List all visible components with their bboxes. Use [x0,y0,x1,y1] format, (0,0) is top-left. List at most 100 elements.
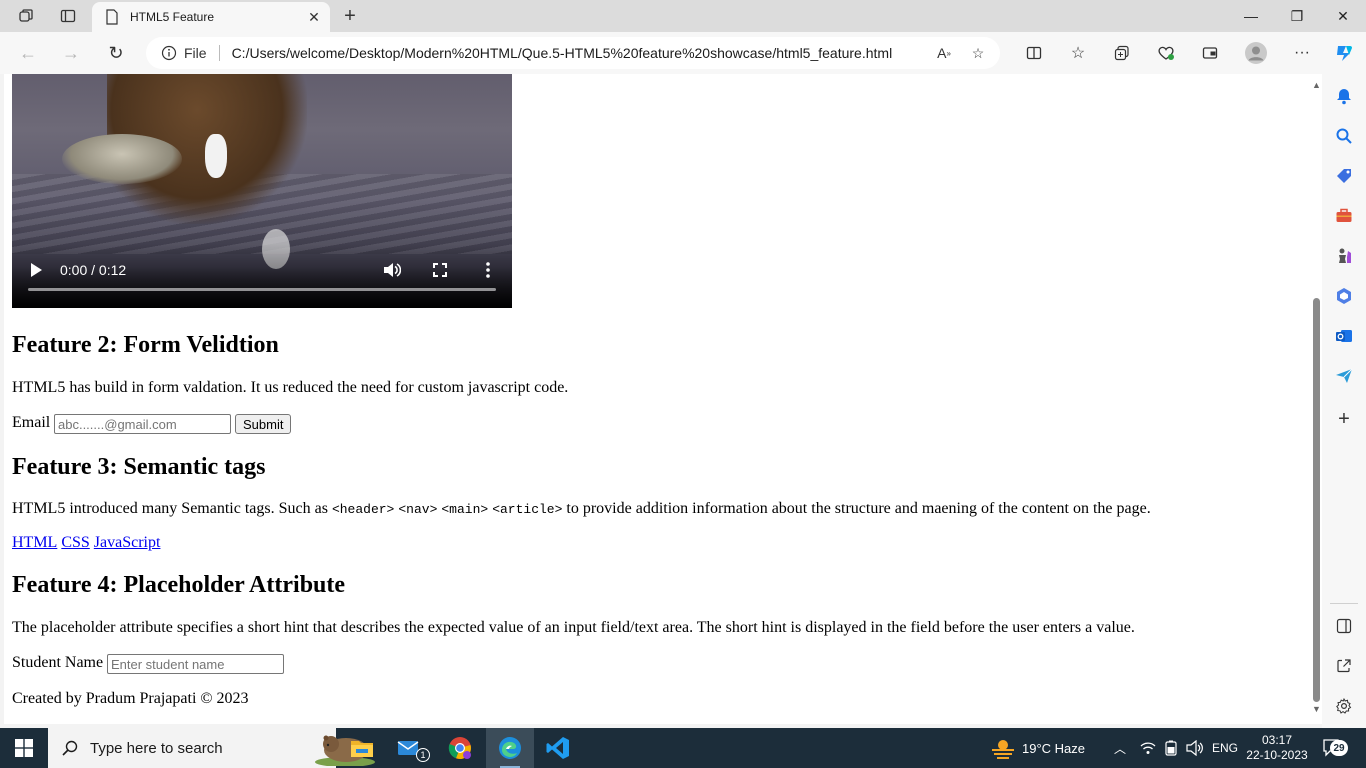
browser-essentials-icon[interactable] [1154,41,1178,65]
taskbar-search-icon [62,740,78,756]
tools-briefcase-icon[interactable] [1332,204,1356,228]
email-field[interactable]: abc.......@gmail.com [54,414,231,434]
tag-article: <article> [492,502,563,517]
workspaces-icon[interactable] [12,4,40,28]
page-viewport: 0:00 / 0:12 Feature 2: Form Velidtion HT… [4,74,1322,724]
address-scheme-label: File [184,45,207,61]
wallet-icon[interactable] [1198,41,1222,65]
scroll-up-arrow[interactable]: ▲ [1312,80,1321,90]
address-bar[interactable]: File C:/Users/welcome/Desktop/Modern%20H… [146,37,1000,69]
favorites-icon[interactable]: ☆ [1066,41,1090,65]
tab-title: HTML5 Feature [130,10,215,24]
weather-widget[interactable]: 19°C Haze [990,728,1085,768]
mail-badge: 1 [416,748,430,762]
windows-taskbar: Type here to search 1 19°C Haze ︿ ENG 03… [0,728,1366,768]
page-scrollbar[interactable]: ▲ ▼ [1310,74,1322,724]
tag-main: <main> [441,502,489,517]
feature3-text-after: to provide addition information about th… [566,500,1151,517]
windows-start-button[interactable] [0,728,48,768]
back-button[interactable]: ← [14,39,42,67]
vscode-icon[interactable] [534,728,582,768]
feature2-text: HTML5 has build in form valdation. It us… [12,379,569,396]
submit-button[interactable]: Submit [235,414,292,434]
network-icon[interactable] [1140,728,1156,768]
copilot-icon[interactable] [1332,41,1356,65]
feature3-text-before: HTML5 introduced many Semantic tags. Suc… [12,500,328,517]
tab-strip: HTML5 Feature ✕ + — ❐ ✕ [0,0,1366,32]
close-window-button[interactable]: ✕ [1320,0,1366,32]
battery-icon[interactable] [1164,728,1178,768]
clock[interactable]: 03:17 22-10-2023 [1246,728,1308,768]
notification-bell-icon[interactable] [1332,84,1356,108]
notification-center-icon[interactable]: 29 [1322,728,1348,768]
feature4-heading: Feature 4: Placeholder Attribute [12,572,346,598]
read-aloud-icon[interactable]: A» [932,41,956,65]
open-external-icon[interactable] [1332,654,1356,678]
show-hidden-icons-chevron-icon[interactable]: ︿ [1114,728,1126,768]
scrollbar-thumb[interactable] [1313,298,1320,702]
play-icon[interactable] [26,260,46,280]
chrome-icon[interactable] [436,728,484,768]
edge-icon[interactable] [486,728,534,768]
video-seagull [205,134,227,178]
taskbar-search-box[interactable]: Type here to search [48,728,375,768]
collections-icon[interactable] [1110,41,1134,65]
weather-text: 19°C Haze [1022,740,1086,756]
feature3-heading: Feature 3: Semantic tags [12,454,266,480]
vertical-tabs-icon[interactable] [54,4,82,28]
video-rock [62,134,182,184]
link-css[interactable]: CSS [61,534,89,551]
nav-links: HTML CSS JavaScript [12,534,164,552]
new-tab-button[interactable]: + [338,4,362,28]
favorite-star-icon[interactable]: ☆ [966,41,990,65]
forward-button[interactable]: → [57,39,85,67]
video-player[interactable]: 0:00 / 0:12 [12,74,512,308]
address-divider [218,45,220,61]
sidebar-divider [1330,603,1358,604]
split-screen-icon[interactable] [1022,41,1046,65]
link-html[interactable]: HTML [12,534,57,551]
browser-toolbar: ← → ↻ File C:/Users/welcome/Desktop/Mode… [0,32,1366,74]
settings-more-icon[interactable]: ··· [1290,41,1314,65]
video-time: 0:00 / 0:12 [60,262,127,278]
drop-send-icon[interactable] [1332,364,1356,388]
page-icon [104,9,120,25]
tag-header: <header> [331,502,395,517]
browser-tab-active[interactable]: HTML5 Feature ✕ [92,2,330,32]
restore-button[interactable]: ❐ [1274,0,1320,32]
feature4-text: The placeholder attribute specifies a sh… [12,619,1135,636]
volume-icon[interactable] [382,260,402,280]
fullscreen-icon[interactable] [430,260,450,280]
email-label: Email [12,414,51,431]
sidebar-settings-gear-icon[interactable] [1332,694,1356,718]
mail-icon[interactable]: 1 [386,728,434,768]
outlook-icon[interactable] [1332,324,1356,348]
feature3-text: HTML5 introduced many Semantic tags. Suc… [12,500,1151,518]
minimize-button[interactable]: — [1228,0,1274,32]
profile-avatar[interactable] [1244,41,1268,65]
address-url[interactable]: C:/Users/welcome/Desktop/Modern%20HTML/Q… [232,45,932,61]
microsoft-365-icon[interactable] [1332,284,1356,308]
language-indicator[interactable]: ENG [1212,728,1238,768]
student-name-field[interactable]: Enter student name [107,654,284,674]
more-options-icon[interactable] [478,260,498,280]
close-tab-icon[interactable]: ✕ [304,7,324,27]
hide-sidebar-icon[interactable] [1332,614,1356,638]
link-javascript[interactable]: JavaScript [94,534,161,551]
student-name-label: Student Name [12,654,104,671]
clock-date: 22-10-2023 [1246,748,1308,762]
clock-time: 03:17 [1261,733,1293,747]
scroll-down-arrow[interactable]: ▼ [1312,704,1321,714]
shopping-tag-icon[interactable] [1332,164,1356,188]
games-chess-icon[interactable] [1332,244,1356,268]
add-sidebar-app-icon[interactable]: + [1332,407,1356,431]
tag-nav: <nav> [398,502,438,517]
haze-weather-icon [992,740,1014,759]
video-progress-track[interactable] [28,288,496,291]
file-explorer-icon[interactable] [338,728,386,768]
refresh-button[interactable]: ↻ [102,39,130,67]
search-icon[interactable] [1332,124,1356,148]
info-icon[interactable] [160,44,178,62]
volume-tray-icon[interactable] [1186,728,1204,768]
footer-text: Created by Pradum Prajapati © 2023 [12,690,249,707]
